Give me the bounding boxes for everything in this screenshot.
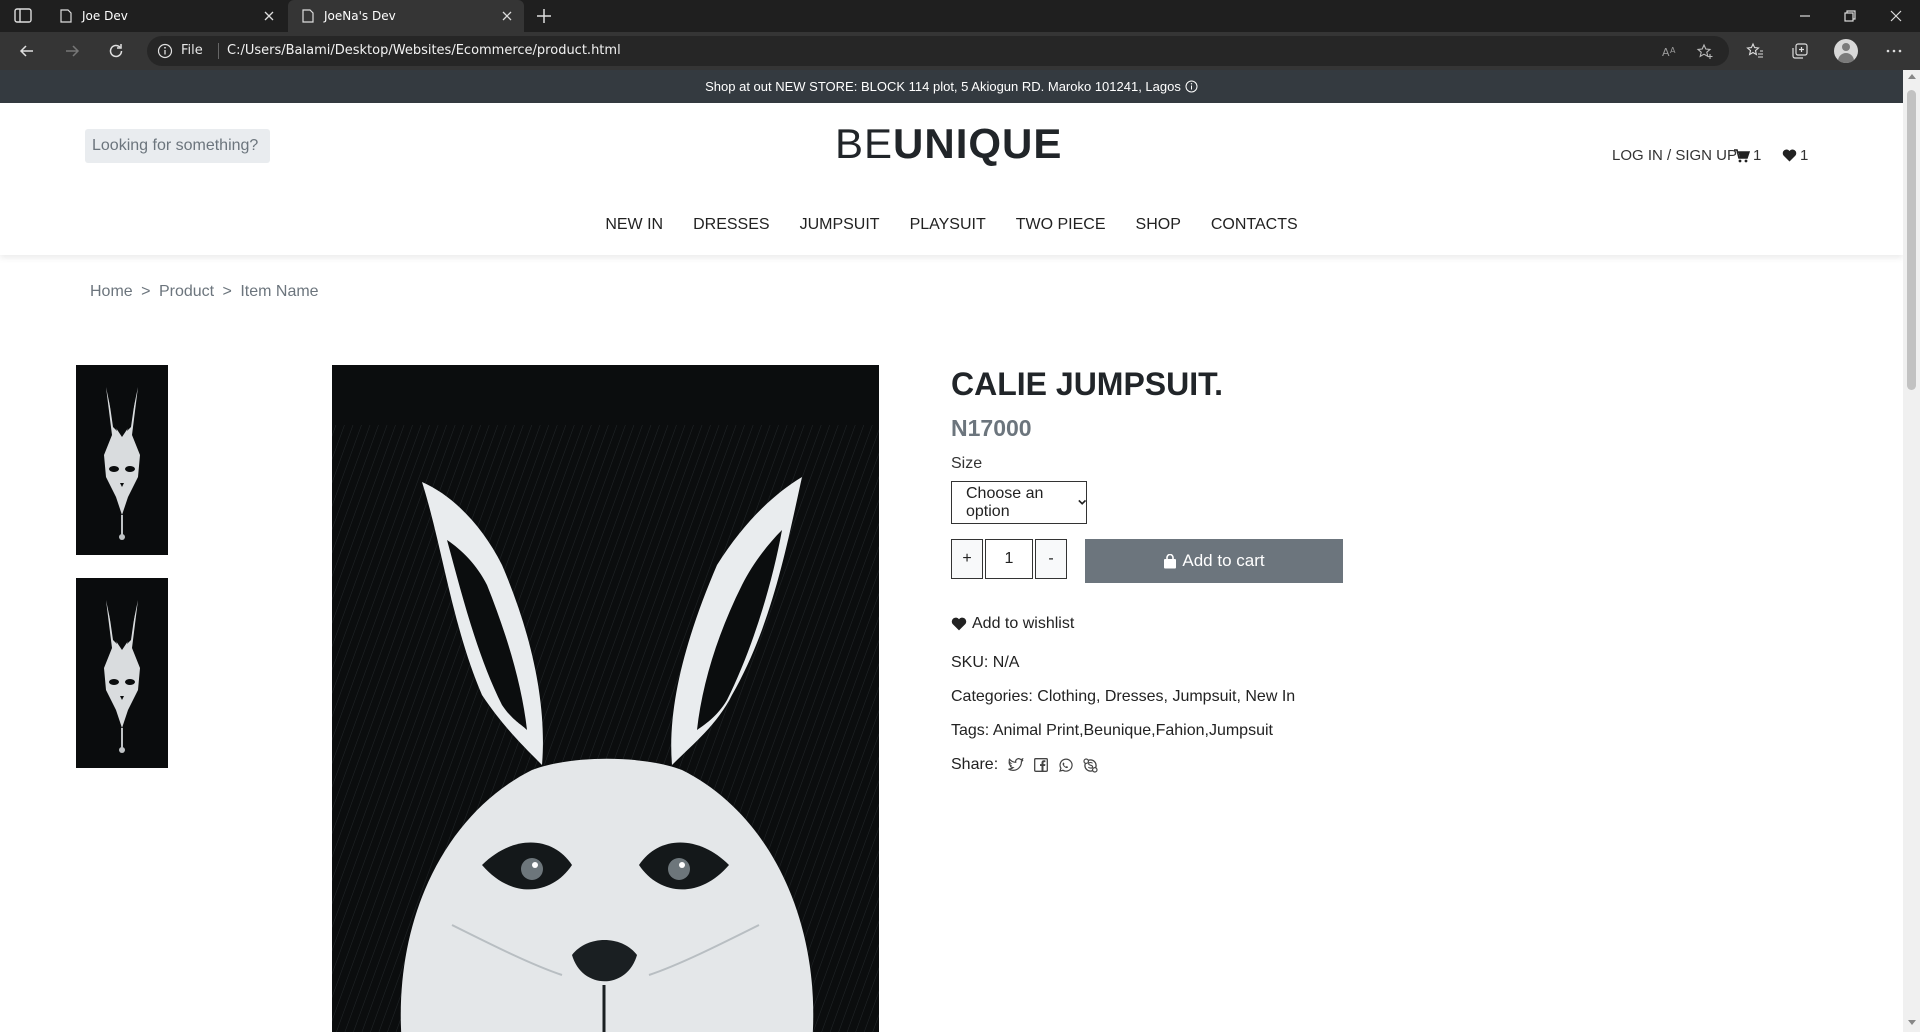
shopping-bag-icon <box>1164 553 1177 568</box>
more-icon[interactable] <box>1884 41 1904 61</box>
site-logo[interactable]: BEUNIQUE <box>835 120 1062 168</box>
breadcrumb: Home > Product > Item Name <box>90 283 323 301</box>
tags-value[interactable]: Animal Print,Beunique,Fahion,Jumpsuit <box>993 722 1273 739</box>
browser-tab-bar: Joe Dev JoeNa's Dev <box>0 0 1920 32</box>
nav-shop[interactable]: SHOP <box>1121 216 1196 234</box>
chevron-down-icon <box>1077 499 1086 505</box>
browser-address-bar: File C:/Users/Balami/Desktop/Websites/Ec… <box>0 32 1920 70</box>
cart-icon <box>1734 148 1750 162</box>
quantity-input[interactable] <box>985 539 1033 579</box>
restore-icon[interactable] <box>1840 6 1860 26</box>
login-signup-link[interactable]: LOG IN / SIGN UP <box>1612 147 1737 164</box>
add-to-wishlist-link[interactable]: Add to wishlist <box>951 615 1074 633</box>
favorites-icon[interactable] <box>1745 41 1765 61</box>
logo-light-text: BE <box>835 120 894 167</box>
product-thumbnail[interactable] <box>76 365 168 555</box>
tab-joena-dev[interactable]: JoeNa's Dev <box>288 0 524 32</box>
wishlist-count: 1 <box>1800 147 1809 164</box>
cart-count: 1 <box>1753 147 1762 164</box>
nav-two-piece[interactable]: TWO PIECE <box>1001 216 1121 234</box>
page-icon <box>302 9 314 23</box>
heart-icon <box>951 617 967 631</box>
new-tab-icon[interactable] <box>534 6 554 26</box>
quantity-increase-button[interactable]: + <box>951 539 983 579</box>
svg-text:A: A <box>1670 46 1676 55</box>
close-icon[interactable] <box>500 9 514 23</box>
promo-text: Shop at out NEW STORE: BLOCK 114 plot, 5… <box>705 79 1181 94</box>
collections-icon[interactable] <box>1790 41 1810 61</box>
url-box[interactable]: File C:/Users/Balami/Desktop/Websites/Ec… <box>147 36 1729 66</box>
svg-text:A: A <box>1662 46 1670 59</box>
url-separator <box>218 43 219 59</box>
add-favorite-icon[interactable] <box>1696 43 1714 61</box>
add-to-cart-label: Add to cart <box>1182 551 1265 570</box>
cart-link[interactable]: 1 <box>1734 147 1761 164</box>
main-nav: NEW IN DRESSES JUMPSUIT PLAYSUIT TWO PIE… <box>0 216 1903 234</box>
site-header: BEUNIQUE LOG IN / SIGN UP 1 1 NEW IN DRE… <box>0 103 1903 255</box>
twitter-icon[interactable] <box>1008 758 1024 772</box>
nav-playsuit[interactable]: PLAYSUIT <box>895 216 1001 234</box>
nav-contacts[interactable]: CONTACTS <box>1196 216 1313 234</box>
nav-jumpsuit[interactable]: JUMPSUIT <box>785 216 895 234</box>
scroll-up-arrow[interactable] <box>1908 74 1916 79</box>
product-main-image[interactable] <box>332 365 879 1032</box>
product-price: N17000 <box>951 415 1032 441</box>
breadcrumb-separator: > <box>141 283 151 300</box>
product-sku: SKU: N/A <box>951 654 1020 671</box>
security-label: File <box>181 43 203 58</box>
rabbit-illustration <box>332 425 879 1032</box>
tab-title: JoeNa's Dev <box>324 9 396 23</box>
breadcrumb-item: Item Name <box>240 283 319 300</box>
search-input[interactable] <box>85 129 270 163</box>
tab-title: Joe Dev <box>82 9 128 23</box>
logo-bold-text: UNIQUE <box>893 120 1063 167</box>
page-scrollbar[interactable] <box>1903 70 1920 1032</box>
scroll-down-arrow[interactable] <box>1908 1020 1916 1025</box>
categories-value[interactable]: Clothing, Dresses, Jumpsuit, New In <box>1037 688 1295 705</box>
window-close-icon[interactable] <box>1886 6 1906 26</box>
add-to-cart-button[interactable]: Add to cart <box>1085 539 1343 583</box>
close-icon[interactable] <box>262 9 276 23</box>
product-title: CALIE JUMPSUIT. <box>951 366 1224 402</box>
tab-joe-dev[interactable]: Joe Dev <box>46 0 286 32</box>
add-to-wishlist-label: Add to wishlist <box>972 615 1075 632</box>
forward-icon[interactable] <box>62 41 82 61</box>
nav-new-in[interactable]: NEW IN <box>590 216 678 234</box>
size-select[interactable]: Choose an option <box>951 481 1087 524</box>
breadcrumb-home[interactable]: Home <box>90 283 133 300</box>
wishlist-link[interactable]: 1 <box>1782 147 1808 164</box>
categories-label: Categories: <box>951 688 1033 705</box>
product-thumbnail[interactable] <box>76 578 168 768</box>
scrollbar-thumb[interactable] <box>1907 90 1916 390</box>
tags-label: Tags: <box>951 722 990 739</box>
whatsapp-icon[interactable] <box>1058 758 1073 773</box>
quantity-decrease-button[interactable]: - <box>1035 539 1067 579</box>
rabbit-illustration <box>104 387 140 540</box>
tab-actions-icon[interactable] <box>14 8 32 23</box>
page-viewport: Shop at out NEW STORE: BLOCK 114 plot, 5… <box>0 70 1920 1032</box>
info-icon <box>1185 80 1198 93</box>
heart-icon <box>1782 149 1797 162</box>
size-selected-value: Choose an option <box>966 484 1044 520</box>
skype-icon[interactable] <box>1083 757 1098 773</box>
read-aloud-icon[interactable]: A A <box>1661 43 1679 61</box>
promo-banner: Shop at out NEW STORE: BLOCK 114 plot, 5… <box>0 70 1903 103</box>
share-label: Share: <box>951 756 999 773</box>
url-text[interactable]: C:/Users/Balami/Desktop/Websites/Ecommer… <box>227 43 621 58</box>
product-categories: Categories: Clothing, Dresses, Jumpsuit,… <box>951 688 1295 706</box>
size-label: Size <box>951 455 983 472</box>
profile-avatar[interactable] <box>1834 39 1858 63</box>
breadcrumb-product[interactable]: Product <box>159 283 214 300</box>
share-row: Share: <box>951 756 1098 774</box>
breadcrumb-separator: > <box>222 283 232 300</box>
refresh-icon[interactable] <box>106 41 126 61</box>
page-icon <box>60 9 72 23</box>
back-icon[interactable] <box>17 41 37 61</box>
info-icon[interactable] <box>157 43 173 59</box>
facebook-icon[interactable] <box>1034 758 1049 772</box>
nav-dresses[interactable]: DRESSES <box>678 216 784 234</box>
rabbit-illustration <box>104 600 140 753</box>
minimize-icon[interactable] <box>1795 6 1815 26</box>
product-tags: Tags: Animal Print,Beunique,Fahion,Jumps… <box>951 722 1273 740</box>
